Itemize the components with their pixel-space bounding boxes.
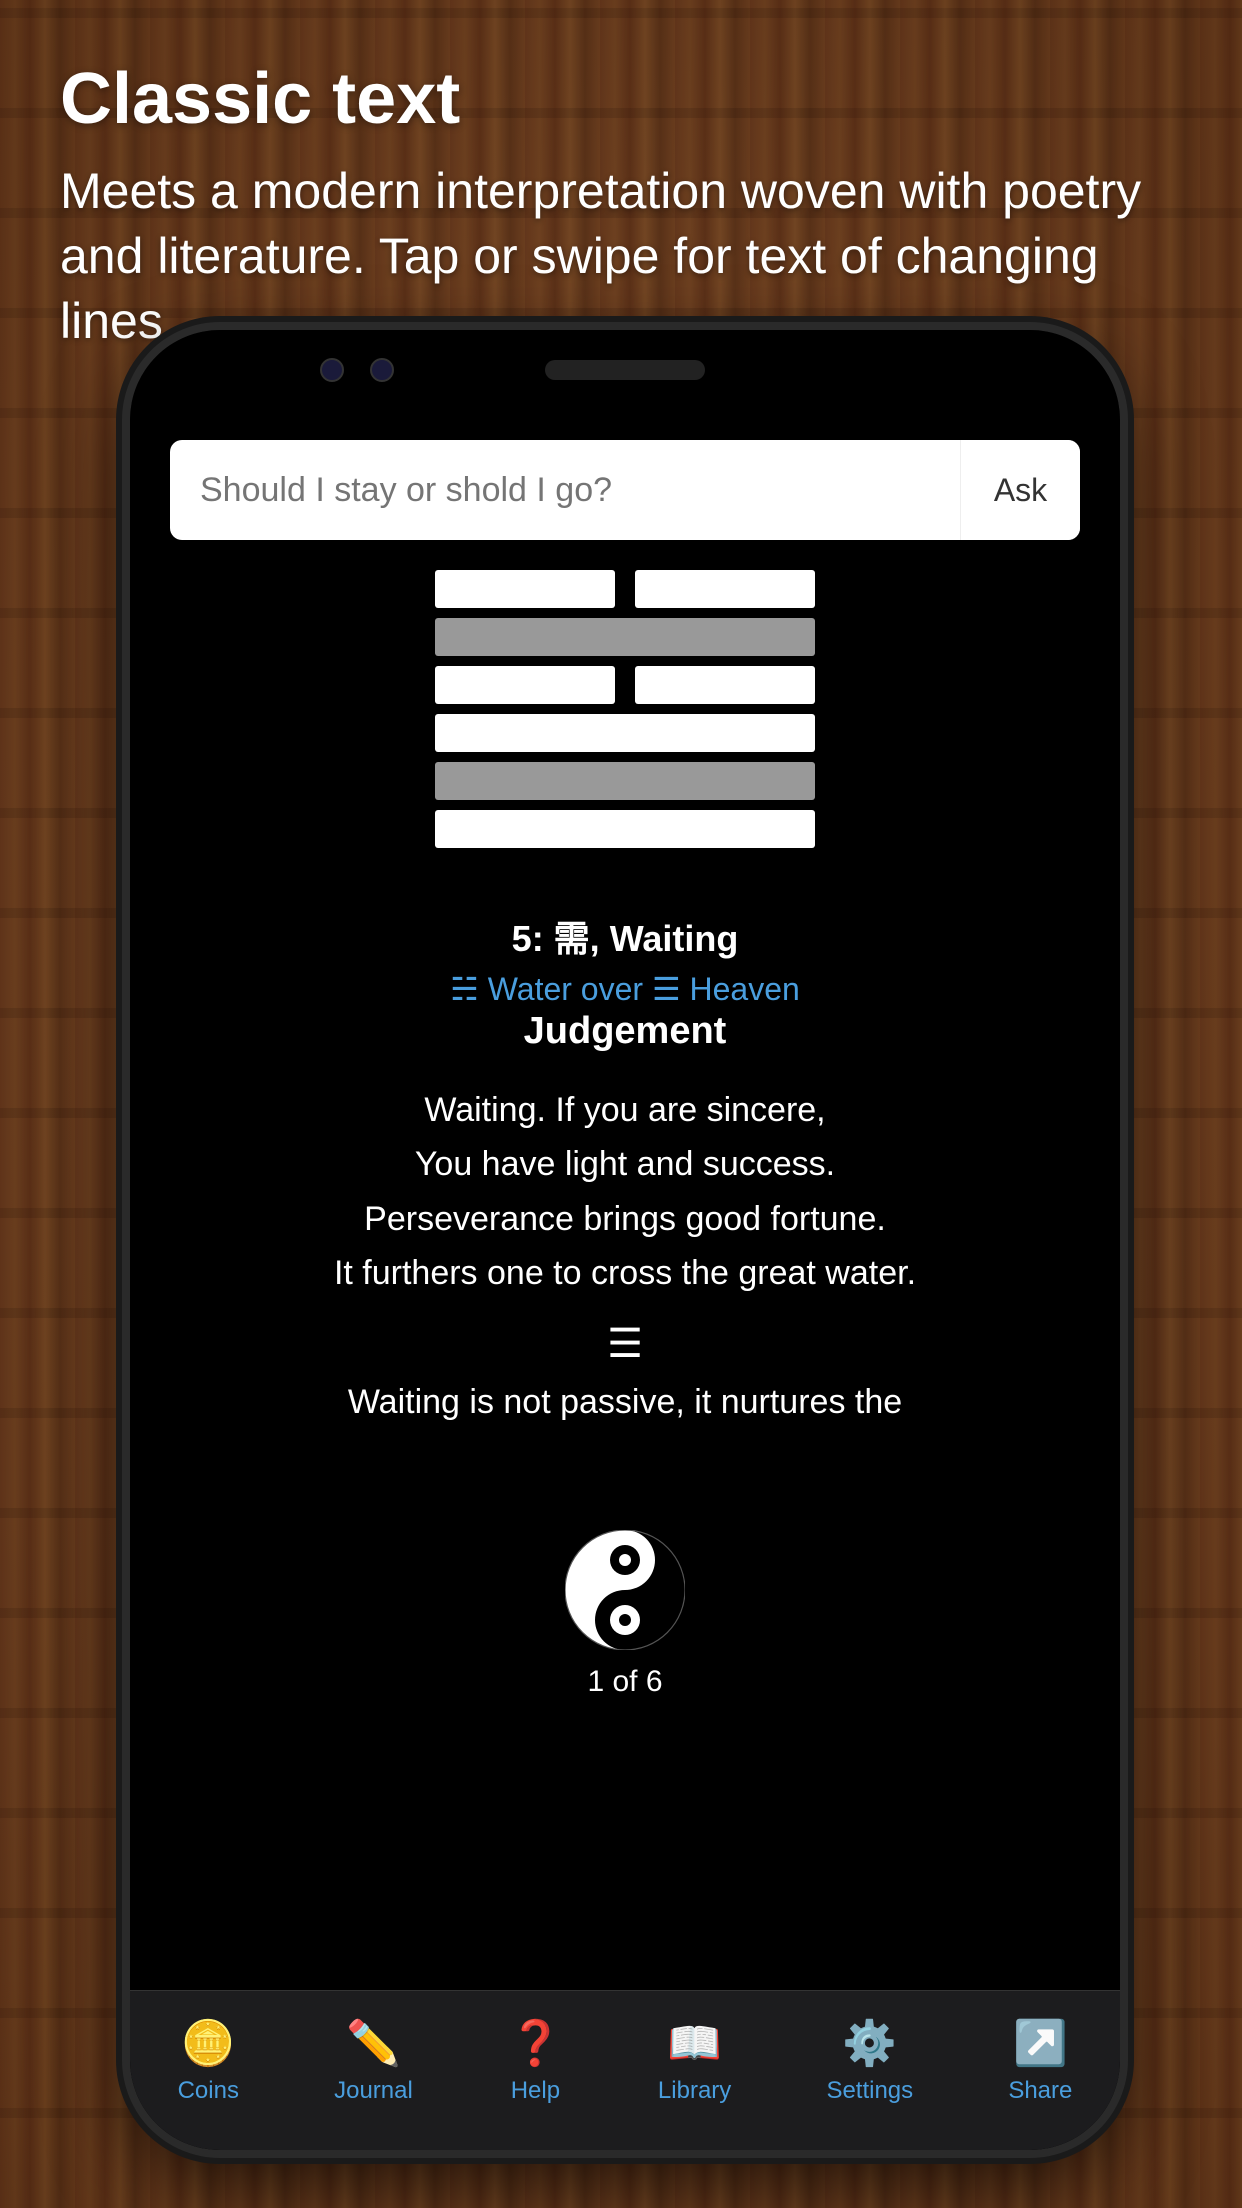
judgement-line1: Waiting. If you are sincere,	[170, 1083, 1080, 1137]
journal-icon: ✏️	[346, 2017, 401, 2069]
waiting-continuation: Waiting is not passive, it nurtures the	[170, 1383, 1080, 1422]
hex-line-broken-6	[435, 570, 815, 608]
main-subtitle: Meets a modern interpretation woven with…	[60, 159, 1182, 354]
judgement-line2: You have light and success.	[170, 1137, 1080, 1191]
nav-item-journal[interactable]: ✏️ Journal	[334, 2017, 413, 2105]
over-label: over	[581, 971, 652, 1007]
phone-notch	[130, 330, 1120, 410]
hexagram-label: 5: 需, Waiting ☵ Water over ☰ Heaven	[130, 910, 1120, 1008]
ask-button[interactable]: Ask	[960, 440, 1080, 540]
coins-icon: 🪙	[181, 2017, 236, 2069]
nav-item-help[interactable]: ❓ Help	[508, 2017, 563, 2105]
bottom-navigation: 🪙 Coins ✏️ Journal ❓ Help 📖 Library ⚙️ S…	[130, 1990, 1120, 2150]
top-text-section: Classic text Meets a modern interpretati…	[60, 60, 1182, 354]
nav-item-settings[interactable]: ⚙️ Settings	[826, 2017, 913, 2105]
judgement-title: Judgement	[170, 1010, 1080, 1053]
hex-line-2	[435, 762, 815, 800]
water-label: Water	[488, 971, 572, 1007]
camera-right	[370, 358, 394, 382]
settings-label: Settings	[826, 2077, 913, 2105]
water-trigram-icon: ☵	[450, 971, 488, 1007]
share-icon: ↗️	[1013, 2017, 1068, 2069]
judgement-text: Waiting. If you are sincere, You have li…	[170, 1083, 1080, 1301]
share-label: Share	[1008, 2077, 1072, 2105]
hex-line-4	[435, 666, 815, 704]
heaven-label: Heaven	[690, 971, 800, 1007]
search-input[interactable]	[170, 471, 960, 510]
nav-item-library[interactable]: 📖 Library	[658, 2017, 731, 2105]
page-indicator: 1 of 6	[130, 1665, 1120, 1699]
phone-screen: Ask	[130, 410, 1120, 2150]
library-icon: 📖	[667, 2017, 722, 2069]
nav-item-share[interactable]: ↗️ Share	[1008, 2017, 1072, 2105]
yin-yang-icon	[565, 1530, 685, 1650]
nav-item-coins[interactable]: 🪙 Coins	[178, 2017, 239, 2105]
judgement-section: Judgement Waiting. If you are sincere, Y…	[130, 1010, 1120, 1422]
hex-line-5	[435, 618, 815, 656]
library-label: Library	[658, 2077, 731, 2105]
trigram-symbol-middle: ☰	[170, 1321, 1080, 1367]
coins-label: Coins	[178, 2077, 239, 2105]
help-label: Help	[511, 2077, 560, 2105]
hex-line-broken-4	[435, 666, 815, 704]
judgement-line3: Perseverance brings good fortune.	[170, 1192, 1080, 1246]
yin-yang-section: 1 of 6	[130, 1530, 1120, 1699]
search-bar[interactable]: Ask	[170, 440, 1080, 540]
help-icon: ❓	[508, 2017, 563, 2069]
heaven-trigram-icon: ☰	[652, 971, 690, 1007]
hex-line-3	[435, 714, 815, 752]
settings-icon: ⚙️	[842, 2017, 897, 2069]
main-title: Classic text	[60, 60, 1182, 139]
hexagram-name: 5: 需, Waiting	[130, 910, 1120, 962]
camera-left	[320, 358, 344, 382]
hex-line-1	[435, 810, 815, 848]
judgement-line4: It furthers one to cross the great water…	[170, 1246, 1080, 1300]
journal-label: Journal	[334, 2077, 413, 2105]
hexagram-lines	[435, 570, 815, 858]
hexagram-trigrams: ☵ Water over ☰ Heaven	[130, 970, 1120, 1008]
hex-line-6	[435, 570, 815, 608]
speaker	[545, 360, 705, 380]
phone-frame: Ask	[130, 330, 1120, 2150]
